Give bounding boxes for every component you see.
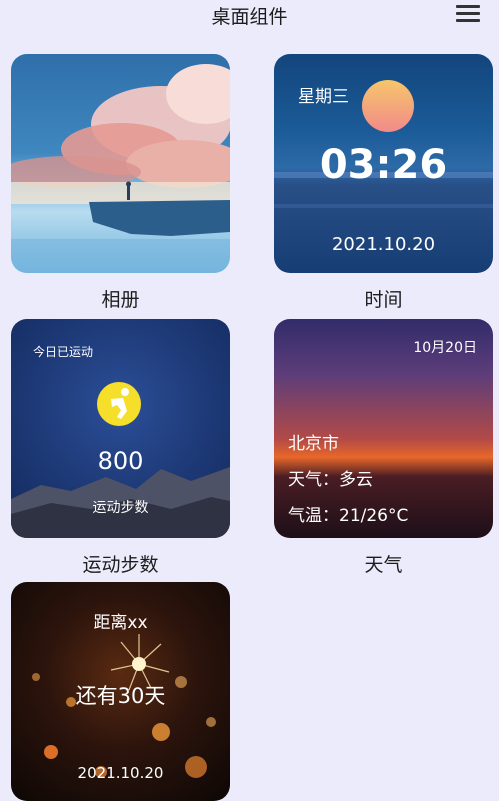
steps-label: 运动步数 bbox=[82, 554, 159, 576]
menu-icon-line bbox=[456, 5, 480, 8]
menu-icon[interactable] bbox=[454, 2, 482, 26]
weather-widget[interactable]: 10月20日 北京市 天气：多云 气温：21/26°C bbox=[274, 319, 493, 538]
sun-icon bbox=[362, 80, 414, 132]
menu-icon-line bbox=[456, 19, 480, 22]
header: 桌面组件 bbox=[0, 0, 499, 28]
weather-temperature: 气温：21/26°C bbox=[288, 506, 409, 526]
steps-widget[interactable]: 今日已运动 800 运动步数 bbox=[11, 319, 230, 538]
weather-label: 天气 bbox=[364, 554, 403, 576]
menu-icon-line bbox=[456, 12, 480, 15]
page-title: 桌面组件 bbox=[211, 6, 288, 28]
steps-sublabel: 运动步数 bbox=[92, 500, 149, 516]
clock-date: 2021.10.20 bbox=[331, 234, 436, 255]
album-artwork bbox=[11, 64, 230, 273]
countdown-date: 2021.10.20 bbox=[77, 764, 164, 782]
weather-city: 北京市 bbox=[288, 434, 339, 454]
steps-count: 800 bbox=[97, 447, 144, 475]
countdown-widget[interactable]: 距离xx 还有30天 2021.10.20 bbox=[11, 582, 230, 801]
weekday-text: 星期三 bbox=[298, 87, 349, 107]
weather-date: 10月20日 bbox=[413, 340, 477, 356]
countdown-title: 距离xx bbox=[93, 613, 148, 633]
time-widget[interactable]: 星期三 03:26 2021.10.20 bbox=[274, 54, 493, 273]
time-label: 时间 bbox=[364, 289, 403, 311]
album-widget[interactable] bbox=[11, 54, 230, 273]
weather-condition: 天气：多云 bbox=[288, 470, 373, 490]
countdown-remaining: 还有30天 bbox=[75, 684, 166, 708]
steps-caption: 今日已运动 bbox=[33, 345, 94, 359]
album-label: 相册 bbox=[101, 289, 140, 311]
clock-time: 03:26 bbox=[319, 142, 448, 188]
